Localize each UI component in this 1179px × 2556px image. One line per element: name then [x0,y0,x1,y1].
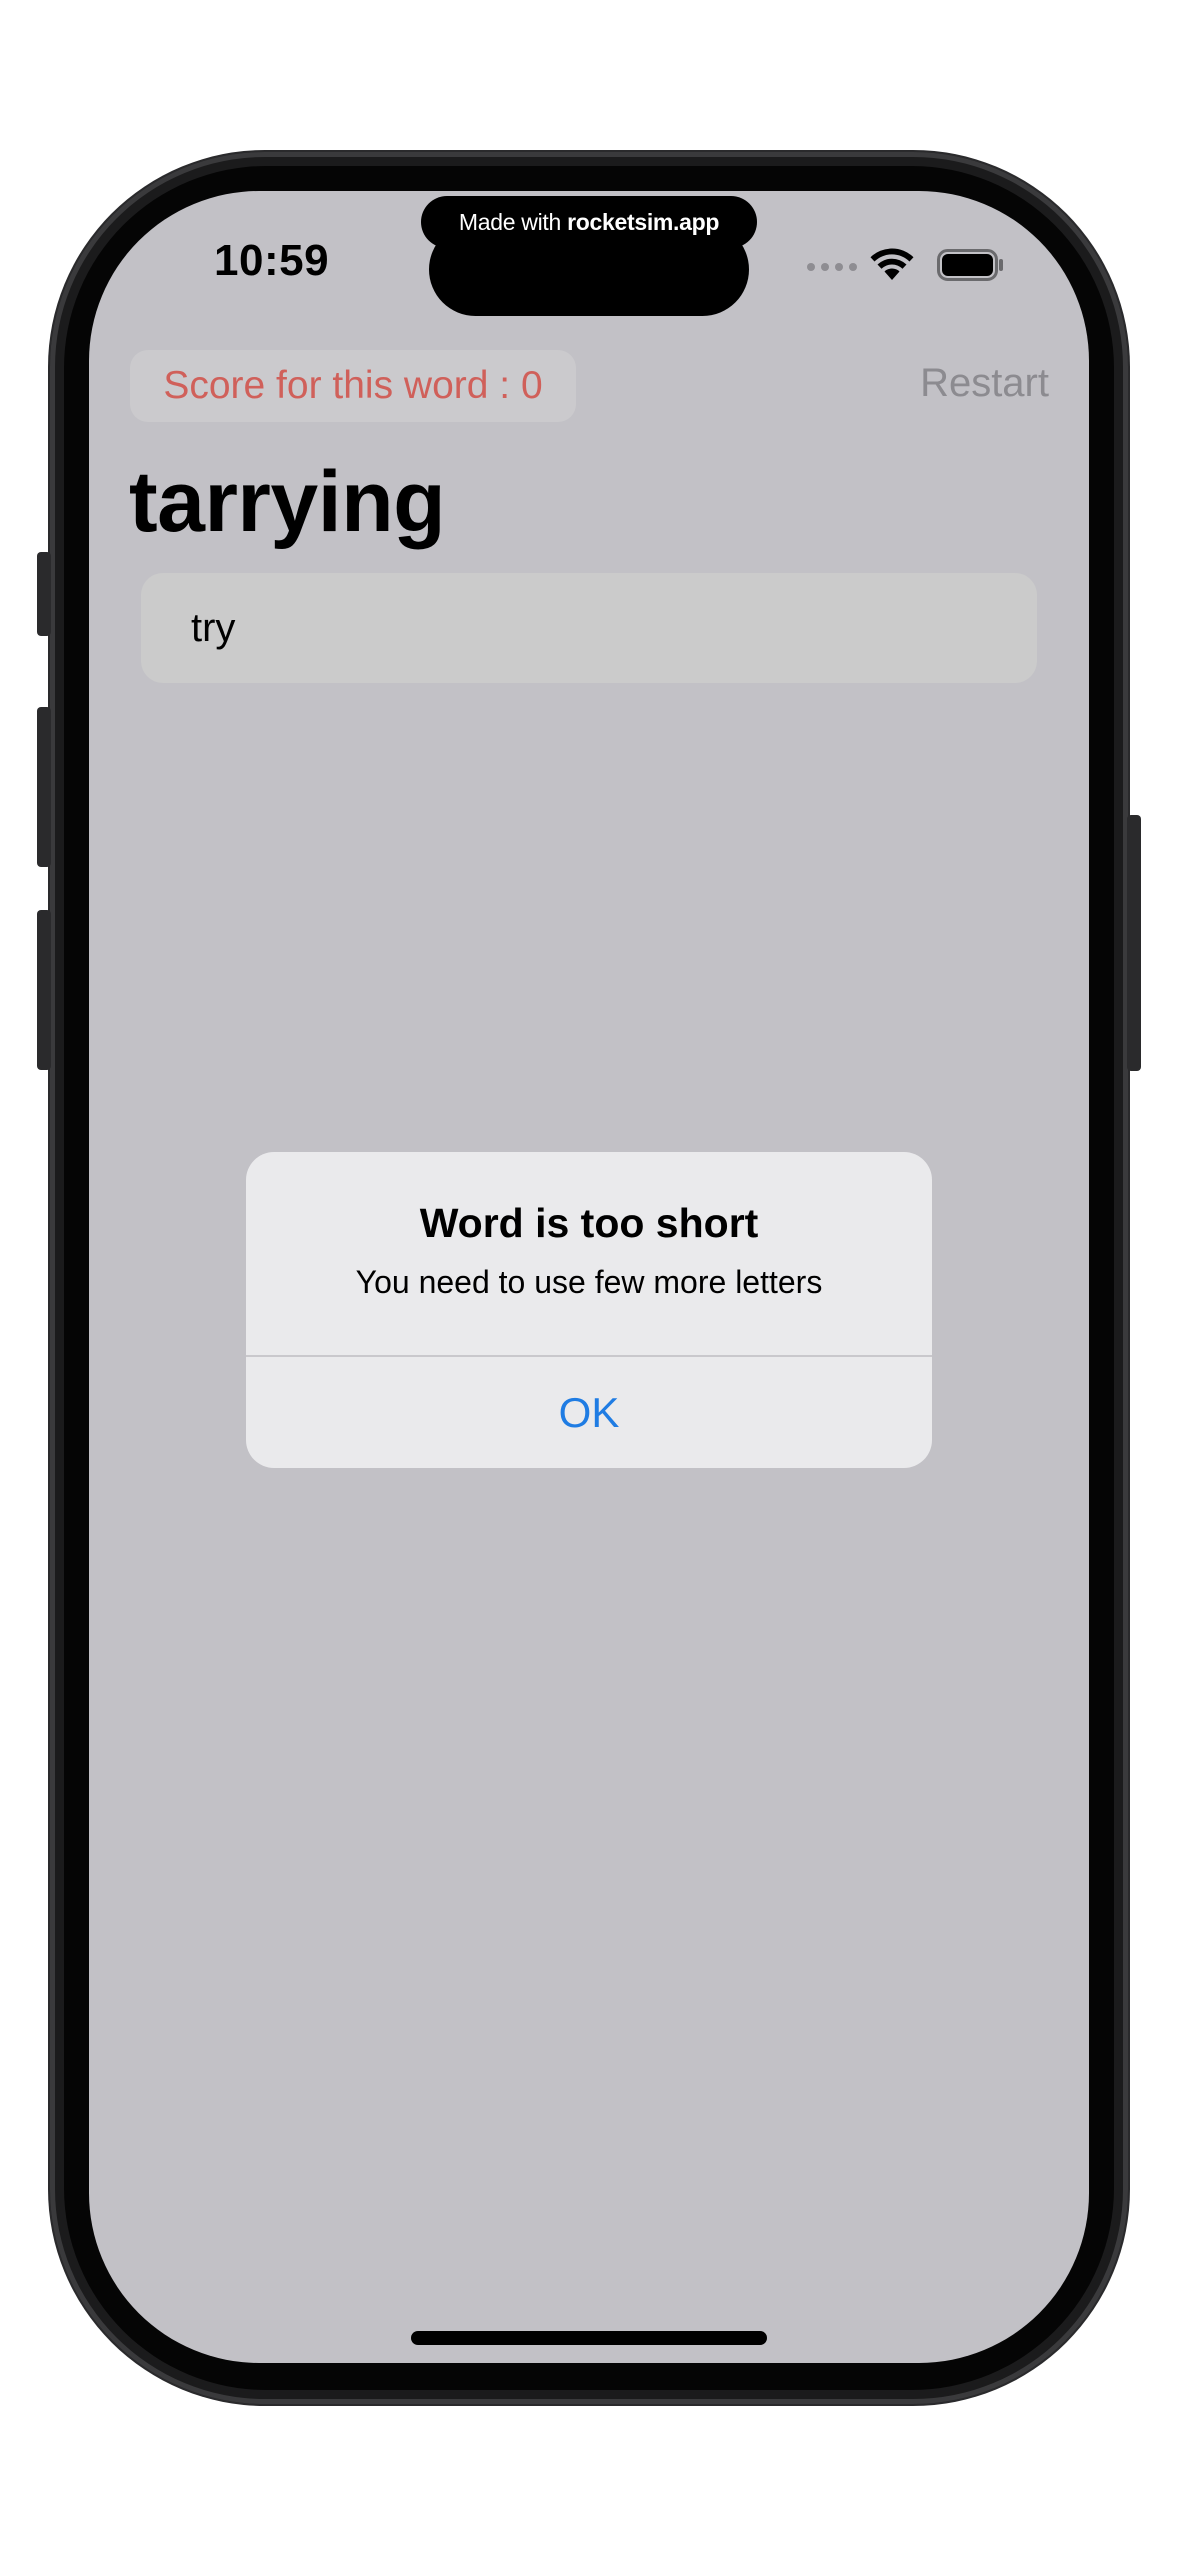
simulator-stage: Made with rocketsim.app 10:59 Score for … [0,0,1179,2556]
score-label: Score for this word : 0 [130,350,576,422]
alert-dialog: Word is too short You need to use few mo… [246,1152,932,1468]
home-indicator[interactable] [411,2331,767,2345]
root-word-title: tarrying [129,454,446,550]
alert-message: You need to use few more letters [355,1264,823,1300]
restart-button[interactable]: Restart [920,361,1049,406]
status-time: 10:59 [214,236,330,285]
app-screen: Made with rocketsim.app 10:59 Score for … [89,191,1089,2363]
wifi-icon [870,248,914,280]
volume-down-button [37,910,51,1070]
action-button [37,552,51,636]
banner-brand: rocketsim.app [567,209,720,235]
guess-input[interactable] [141,573,1037,683]
signal-dots-icon [807,263,857,271]
alert-title: Word is too short [419,1200,759,1246]
alert-ok-button[interactable]: OK [246,1357,932,1468]
power-button [1127,815,1141,1071]
battery-icon [937,249,1003,281]
volume-up-button [37,707,51,867]
rocketsim-banner: Made with rocketsim.app [421,196,757,248]
banner-prefix: Made with [458,209,561,235]
